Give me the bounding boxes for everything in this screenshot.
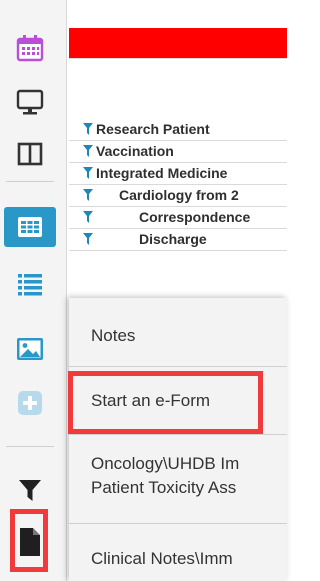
plus-icon <box>18 391 42 415</box>
menu-divider <box>69 366 287 367</box>
menu-item-clinical-notes[interactable]: Clinical Notes\Imm <box>91 549 233 569</box>
menu-item-oncology-line1[interactable]: Oncology\UHDB Im <box>91 454 239 474</box>
tree-row-label: Research Patient <box>96 121 210 137</box>
document-button-highlight <box>10 509 48 572</box>
start-eform-highlight <box>68 371 263 434</box>
menu-item-oncology-line2[interactable]: Patient Toxicity Ass <box>91 478 236 498</box>
split-view-button[interactable] <box>4 134 56 174</box>
header-band <box>69 28 287 58</box>
list-view-button[interactable] <box>4 264 56 304</box>
menu-divider <box>69 523 287 524</box>
menu-divider <box>69 434 287 435</box>
tree-row-label: Discharge <box>139 231 207 247</box>
tree-row[interactable]: Cardiology from 2 <box>69 184 287 207</box>
filter-icon <box>83 189 93 201</box>
tree-row[interactable]: Vaccination <box>69 140 287 163</box>
tree-row-label: Correspondence <box>139 209 251 225</box>
tree-row-label: Cardiology from 2 <box>119 187 239 203</box>
tree-row-label: Vaccination <box>96 143 174 159</box>
menu-item-notes[interactable]: Notes <box>91 326 135 346</box>
monitor-button[interactable] <box>4 82 56 122</box>
monitor-icon <box>16 89 44 115</box>
split-view-icon <box>17 142 43 166</box>
filter-icon <box>83 211 93 223</box>
tree-row[interactable]: Research Patient <box>69 118 287 141</box>
grid-view-button[interactable] <box>4 207 56 247</box>
toolbar-divider <box>6 181 54 182</box>
context-menu: Notes Start an e-Form Oncology\UHDB Im P… <box>69 298 287 581</box>
filter-icon <box>19 480 41 501</box>
tree-row[interactable]: Integrated Medicine <box>69 162 287 185</box>
calendar-button[interactable] <box>4 28 56 68</box>
filter-icon <box>83 233 93 245</box>
toolbar-divider <box>6 446 54 447</box>
add-button[interactable] <box>4 383 56 423</box>
record-tree: Research Patient Vaccination Integrated … <box>69 58 287 319</box>
list-icon <box>18 274 42 296</box>
tree-row-label: Integrated Medicine <box>96 165 228 181</box>
tree-row[interactable]: Discharge <box>69 228 287 251</box>
filter-button[interactable] <box>4 470 56 510</box>
calendar-icon <box>16 35 44 62</box>
image-icon <box>17 338 43 360</box>
image-button[interactable] <box>4 329 56 369</box>
tree-row[interactable]: Correspondence <box>69 206 287 229</box>
left-toolbar <box>0 0 67 581</box>
filter-icon <box>83 167 93 179</box>
grid-icon <box>18 217 42 237</box>
filter-icon <box>83 145 93 157</box>
filter-icon <box>83 123 93 135</box>
